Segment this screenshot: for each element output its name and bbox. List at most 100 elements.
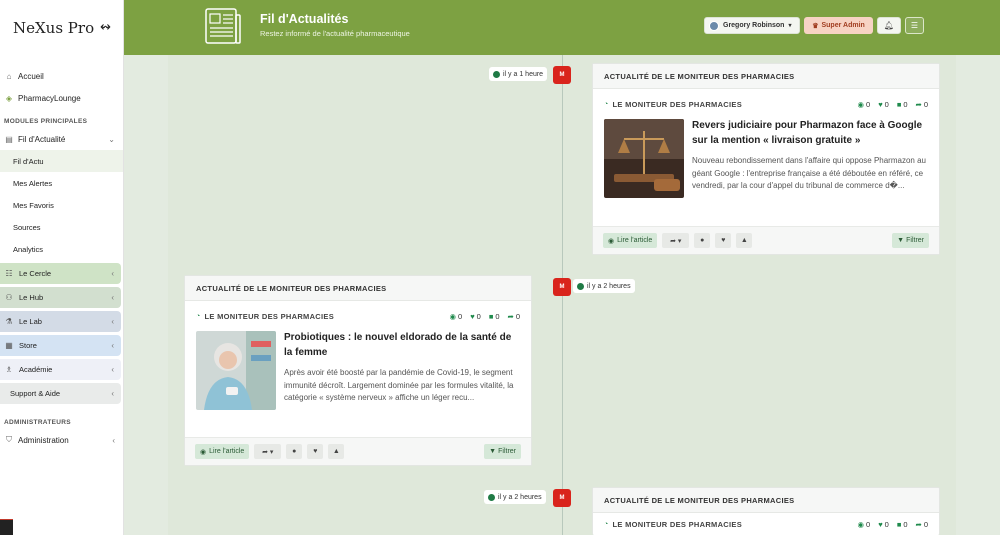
- sidebar-group-label: Le Hub: [19, 293, 44, 302]
- source-label: LE MONITEUR DES PHARMACIES: [612, 99, 743, 109]
- source-name: ◔ LE MONITEUR DES PHARMACIES: [604, 100, 742, 109]
- share-icon: ➦ ▾: [670, 237, 682, 245]
- card-header: ACTUALITÉ DE LE MONITEUR DES PHARMACIES: [593, 64, 939, 89]
- filter-icon: ▼: [897, 237, 905, 244]
- time-label: il y a 1 heure: [503, 70, 544, 78]
- bell-icon: ▲: [740, 237, 748, 244]
- card-footer: ◉ Lire l'article ➦ ▾ ● ♥ ▲ ▼ Filtrer: [185, 437, 531, 465]
- read-article-button[interactable]: ◉ Lire l'article: [603, 233, 658, 248]
- newspaper-icon: [205, 8, 241, 44]
- share-icon: ➦ ▾: [262, 448, 274, 456]
- views-value: 0: [458, 311, 463, 321]
- sidebar-item-accueil[interactable]: ⌂ Accueil: [0, 65, 121, 87]
- sidebar-group-le-cercle[interactable]: ☷ Le Cercle ‹: [0, 263, 121, 284]
- views-count: ◉ 0: [857, 520, 870, 529]
- sidebar-group-support[interactable]: Support & Aide ‹: [0, 383, 121, 404]
- comment-icon: ■: [488, 311, 494, 321]
- news-card: ACTUALITÉ DE LE MONITEUR DES PHARMACIES …: [184, 275, 532, 466]
- news-card: ACTUALITÉ DE LE MONITEUR DES PHARMACIES …: [592, 63, 940, 255]
- sidebar-item-administration[interactable]: ⛉ Administration ‹: [0, 429, 121, 451]
- comment-icon: ●: [292, 448, 297, 455]
- caret-down-icon: ▾: [788, 23, 792, 29]
- network-icon: ⚇: [5, 293, 13, 302]
- sidebar-group-store[interactable]: ▦ Store ‹: [0, 335, 121, 356]
- sidebar-item-pharmacylounge[interactable]: ◈ PharmacyLounge: [0, 87, 121, 109]
- sidebar-group-le-lab[interactable]: ⚗ Le Lab ‹: [0, 311, 121, 332]
- article-title[interactable]: Revers judiciaire pour Pharmazon face à …: [692, 119, 928, 148]
- share-dropdown-button[interactable]: ➦ ▾: [254, 444, 282, 459]
- comments-count: ■ 0: [489, 312, 500, 321]
- header-menu-button[interactable]: ☰: [905, 17, 924, 34]
- store-icon: ▦: [5, 341, 13, 350]
- sidebar-subitem-mes-favoris[interactable]: Mes Favoris: [0, 194, 123, 216]
- time-label: il y a 2 heures: [587, 282, 631, 290]
- card-header: ACTUALITÉ DE LE MONITEUR DES PHARMACIES: [185, 276, 531, 301]
- section-title-admin: ADMINISTRATEURS: [4, 418, 71, 426]
- notifications-button[interactable]: 🔔︎: [877, 17, 901, 34]
- shares-count: ➦ 0: [508, 312, 520, 321]
- read-article-button[interactable]: ◉ Lire l'article: [195, 444, 250, 459]
- user-name: Gregory Robinson: [723, 22, 785, 29]
- sidebar-item-label: Administration: [18, 435, 69, 445]
- home-icon: ⌂: [6, 71, 12, 81]
- heart-icon: ♥: [878, 99, 883, 109]
- bell-icon: 🔔︎: [883, 21, 895, 30]
- read-label: Lire l'article: [209, 448, 245, 455]
- sidebar-group-label: Le Lab: [19, 317, 42, 326]
- comment-button[interactable]: ●: [286, 444, 303, 459]
- sidebar-group-label: Le Cercle: [19, 269, 52, 278]
- sidebar-subitem-analytics[interactable]: Analytics: [0, 238, 123, 260]
- sidebar-group-academie[interactable]: ♗ Académie ‹: [0, 359, 121, 380]
- alert-button[interactable]: ▲: [736, 233, 753, 248]
- eye-icon: ◉: [857, 99, 865, 109]
- eye-icon: ◉: [449, 311, 457, 321]
- article-excerpt: Après avoir été boosté par la pandémie d…: [284, 368, 514, 403]
- share-dropdown-button[interactable]: ➦ ▾: [662, 233, 690, 248]
- clock-icon: [488, 493, 495, 501]
- likes-count: ♥ 0: [470, 312, 481, 321]
- source-logo: M: [553, 66, 571, 84]
- filter-button[interactable]: ▼ Filtrer: [892, 233, 929, 248]
- sidebar-item-label: PharmacyLounge: [18, 93, 81, 103]
- filter-label: Filtrer: [906, 237, 924, 244]
- people-icon: ☷: [5, 269, 13, 278]
- sidebar-item-fil-actualite[interactable]: ▤ Fil d'Actualité ⌄: [0, 128, 121, 150]
- comment-button[interactable]: ●: [694, 233, 711, 248]
- flask-icon: ⚗: [5, 317, 13, 326]
- views-count: ◉ 0: [449, 312, 462, 321]
- article-thumbnail[interactable]: [604, 119, 684, 198]
- chevron-left-icon: ‹: [111, 293, 114, 302]
- super-admin-button[interactable]: ♛ Super Admin: [804, 17, 873, 34]
- sidebar-group-le-hub[interactable]: ⚇ Le Hub ‹: [0, 287, 121, 308]
- eye-icon: ◉: [857, 519, 865, 529]
- article-excerpt: Nouveau rebondissement dans l'affaire qu…: [692, 156, 926, 191]
- share-icon: ➦: [507, 311, 514, 321]
- likes-value: 0: [884, 519, 889, 529]
- filter-button[interactable]: ▼ Filtrer: [484, 444, 521, 459]
- sidebar-corner-widget[interactable]: [0, 519, 13, 535]
- sidebar-group-label: Support & Aide: [10, 389, 61, 398]
- source-name: ◔ LE MONITEUR DES PHARMACIES: [604, 520, 742, 529]
- brand-mark-icon: ↭: [100, 20, 111, 35]
- eye-icon: ◉: [200, 448, 207, 456]
- sidebar-subitem-sources[interactable]: Sources: [0, 216, 123, 238]
- comments-value: 0: [903, 519, 908, 529]
- chevron-left-icon: ‹: [111, 365, 114, 374]
- article-thumbnail[interactable]: [196, 331, 276, 410]
- heart-icon: ♥: [878, 519, 883, 529]
- source-label: LE MONITEUR DES PHARMACIES: [612, 519, 743, 529]
- alert-button[interactable]: ▲: [328, 444, 345, 459]
- like-button[interactable]: ♥: [715, 233, 732, 248]
- card-header: ACTUALITÉ DE LE MONITEUR DES PHARMACIES: [593, 488, 939, 513]
- like-button[interactable]: ♥: [307, 444, 324, 459]
- sidebar-subitem-mes-alertes[interactable]: Mes Alertes: [0, 172, 123, 194]
- user-menu-button[interactable]: Gregory Robinson ▾: [704, 17, 800, 34]
- views-value: 0: [866, 99, 871, 109]
- source-name: ◔ LE MONITEUR DES PHARMACIES: [196, 312, 334, 321]
- sidebar-subitem-fil-actu[interactable]: Fil d'Actu: [0, 150, 123, 172]
- time-label: il y a 2 heures: [498, 493, 542, 501]
- brand-logo[interactable]: NeXus Pro ↭: [0, 0, 123, 55]
- filter-label: Filtrer: [498, 448, 516, 455]
- chevron-down-icon: ⌄: [108, 134, 115, 144]
- article-title[interactable]: Probiotiques : le nouvel eldorado de la …: [284, 331, 520, 360]
